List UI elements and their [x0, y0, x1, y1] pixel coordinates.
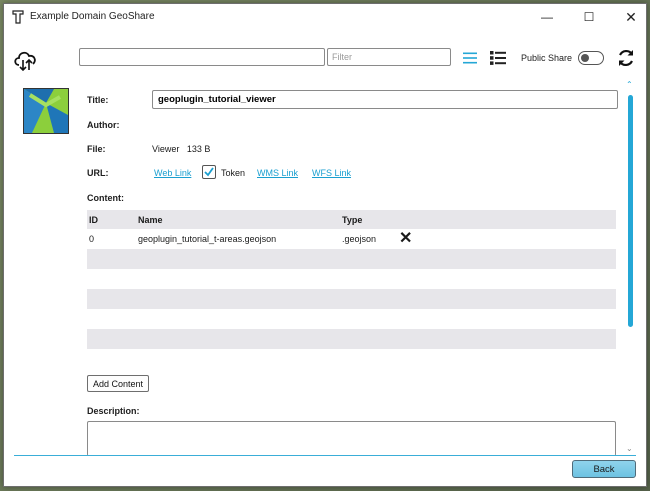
- add-content-button[interactable]: Add Content: [87, 375, 150, 392]
- list-view-icon[interactable]: [463, 52, 477, 64]
- token-checkbox[interactable]: [202, 165, 216, 179]
- file-label: File:: [87, 144, 106, 154]
- row-id: 0: [89, 234, 95, 244]
- window-title: Example Domain GeoShare: [30, 11, 155, 22]
- back-button[interactable]: Back: [572, 460, 636, 478]
- table-row[interactable]: 0 geoplugin_tutorial_t-areas.geojson .ge…: [87, 229, 616, 249]
- column-header-id: ID: [89, 215, 98, 225]
- geoshare-window: Example Domain GeoShare — ☐ ✕ Public Sha…: [3, 3, 647, 487]
- row-name: geoplugin_tutorial_t-areas.geojson: [138, 234, 277, 244]
- maximize-button[interactable]: ☐: [568, 4, 610, 30]
- refresh-icon[interactable]: [616, 48, 636, 68]
- title-label: Title:: [87, 95, 109, 105]
- delete-content-icon[interactable]: ✕: [399, 231, 412, 247]
- detail-list-view-icon[interactable]: [490, 51, 506, 65]
- table-header: ID Name Type: [87, 210, 616, 229]
- public-share-label: Public Share: [521, 53, 573, 63]
- row-type: .geojson: [342, 234, 377, 244]
- wms-link[interactable]: WMS Link: [257, 168, 298, 178]
- app-logo-icon: [12, 10, 24, 24]
- content-table: ID Name Type 0 geoplugin_tutorial_t-area…: [87, 210, 616, 349]
- table-row-empty: [87, 269, 616, 289]
- toggle-knob: [581, 54, 589, 62]
- cloud-upload-download-icon[interactable]: [12, 48, 40, 74]
- table-row-empty: [87, 309, 616, 329]
- scroll-up-icon[interactable]: ⌃: [626, 80, 633, 89]
- checkmark-icon: [204, 167, 214, 177]
- content-label: Content:: [87, 193, 124, 203]
- search-input[interactable]: [79, 48, 325, 66]
- public-share-toggle[interactable]: [578, 51, 604, 65]
- close-button[interactable]: ✕: [610, 4, 646, 30]
- description-field[interactable]: [87, 421, 616, 456]
- table-row-empty: [87, 249, 616, 269]
- footer-divider: [14, 455, 636, 456]
- file-value: Viewer 133 B: [152, 144, 211, 154]
- description-label: Description:: [87, 406, 140, 416]
- web-link[interactable]: Web Link: [154, 168, 191, 178]
- wfs-link[interactable]: WFS Link: [312, 168, 351, 178]
- project-thumbnail-icon: [23, 88, 69, 134]
- filter-input[interactable]: [327, 48, 451, 66]
- title-field[interactable]: [152, 90, 618, 109]
- url-label: URL:: [87, 168, 109, 178]
- table-row-empty: [87, 289, 616, 309]
- scroll-down-icon[interactable]: ⌄: [626, 444, 633, 453]
- table-row-empty: [87, 329, 616, 349]
- vertical-scrollbar-thumb[interactable]: [628, 95, 633, 327]
- token-label: Token: [221, 168, 246, 178]
- column-header-type: Type: [342, 215, 363, 225]
- column-header-name: Name: [138, 215, 163, 225]
- author-label: Author:: [87, 120, 120, 130]
- minimize-button[interactable]: —: [526, 4, 568, 30]
- title-bar: Example Domain GeoShare — ☐ ✕: [4, 4, 646, 30]
